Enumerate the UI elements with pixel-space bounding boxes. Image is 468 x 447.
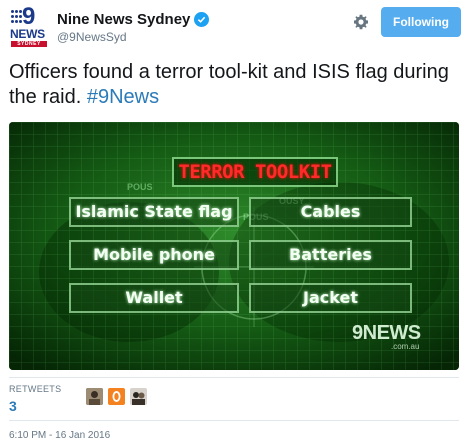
toolkit-item-wallet: Wallet	[69, 283, 239, 313]
toolkit-item-jacket: Jacket	[249, 283, 412, 313]
toolkit-item-cables: Cables	[249, 197, 412, 227]
tweet-timestamp[interactable]: 6:10 PM - 16 Jan 2016	[9, 430, 110, 441]
hashtag-link[interactable]: #9News	[87, 86, 159, 108]
retweets-count[interactable]: 3	[9, 398, 17, 414]
toolkit-title: TERROR TOOLKIT	[172, 157, 338, 187]
account-name-text: Nine News Sydney	[57, 11, 191, 28]
gear-icon[interactable]	[349, 10, 373, 34]
logo-news: NEWS	[10, 27, 45, 41]
following-button[interactable]: Following	[381, 7, 461, 37]
tweet-media-image[interactable]: POUS POUS OUSY TERROR TOOLKIT Islamic St…	[9, 122, 459, 370]
logo-nine: 9	[22, 3, 35, 30]
retweeter-avatar[interactable]	[108, 388, 125, 405]
bg-text-1: POUS	[127, 182, 153, 192]
tweet-header: 9 NEWS SYDNEY Nine News Sydney @9NewsSyd…	[0, 0, 468, 56]
toolkit-item-phone: Mobile phone	[69, 240, 239, 270]
toolkit-item-batteries: Batteries	[249, 240, 412, 270]
tweet-body: Officers found a terror tool-kit and ISI…	[9, 61, 449, 108]
retweeter-avatar[interactable]	[130, 388, 147, 405]
retweets-label: RETWEETS	[9, 384, 62, 394]
account-name[interactable]: Nine News Sydney	[57, 11, 210, 28]
logo-city: SYDNEY	[11, 41, 47, 47]
account-handle[interactable]: @9NewsSyd	[57, 30, 127, 44]
divider	[9, 420, 459, 421]
account-avatar[interactable]: 9 NEWS SYDNEY	[9, 3, 49, 48]
verified-badge-icon	[194, 12, 210, 27]
retweeter-avatar[interactable]	[86, 388, 103, 405]
toolkit-item-flag: Islamic State flag	[69, 197, 239, 227]
channel-watermark-sub: .com.au	[391, 342, 420, 351]
divider	[9, 377, 459, 378]
tweet-text: Officers found a terror tool-kit and ISI…	[9, 60, 449, 110]
